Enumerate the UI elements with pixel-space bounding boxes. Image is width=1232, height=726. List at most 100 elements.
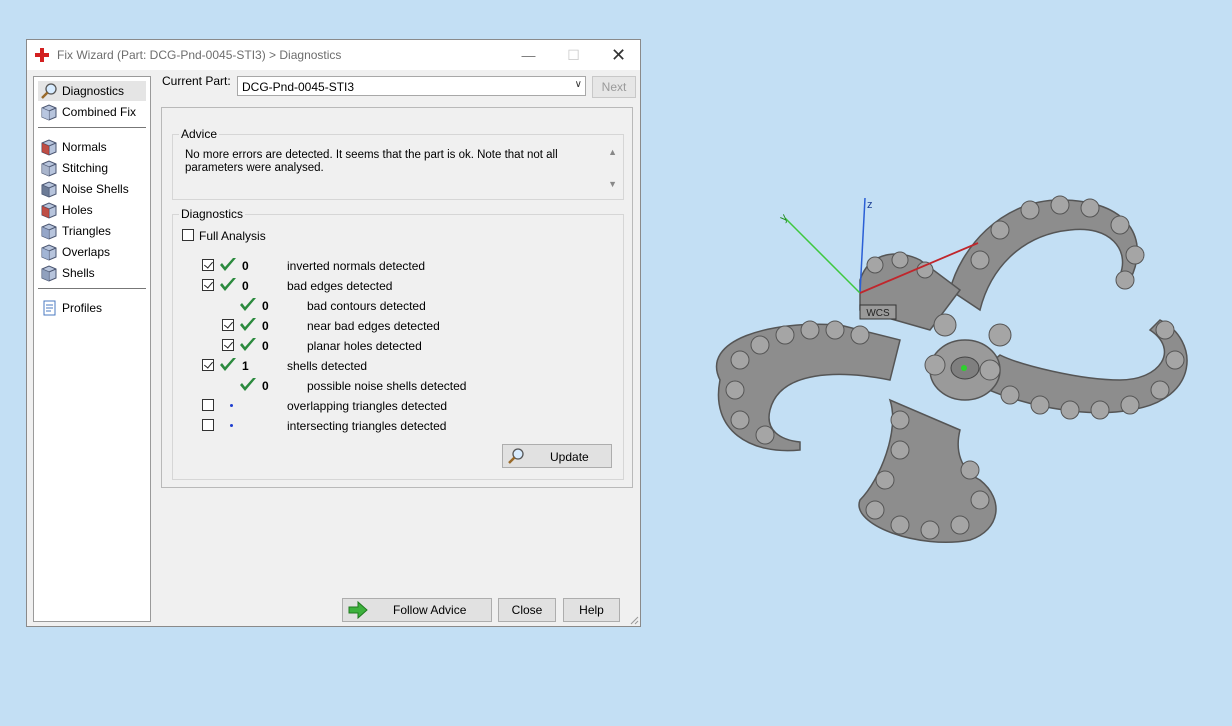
sidebar-item-normals[interactable]: Normals [38,137,146,157]
row-checkbox[interactable] [202,419,214,431]
row-label: near bad edges detected [307,319,440,333]
row-count: 0 [262,339,269,353]
sidebar-item-holes[interactable]: Holes [38,200,146,220]
pending-dot-icon [230,424,233,427]
green-check-icon [240,378,256,391]
row-label: bad contours detected [307,299,426,313]
sidebar-separator [38,288,146,289]
overlaps-icon [41,244,57,261]
sidebar-item-diagnostics[interactable]: Diagnostics [38,81,146,101]
sidebar-item-shells[interactable]: Shells [38,263,146,283]
combined-fix-icon [41,104,57,121]
green-check-icon [220,278,236,291]
row-checkbox[interactable] [202,359,214,371]
help-button[interactable]: Help [563,598,620,622]
row-label: possible noise shells detected [307,379,467,393]
row-count: 0 [262,319,269,333]
scroll-down-icon[interactable]: ▼ [608,179,617,189]
full-analysis-checkbox[interactable] [182,229,194,241]
window-title: Fix Wizard (Part: DCG-Pnd-0045-STI3) > D… [57,48,342,62]
current-part-value: DCG-Pnd-0045-STI3 [242,80,355,94]
green-check-icon [220,258,236,271]
advice-title: Advice [179,127,220,141]
row-checkbox[interactable] [202,279,214,291]
row-count: 0 [242,279,249,293]
green-check-icon [240,318,256,331]
green-check-icon [220,358,236,371]
chevron-down-icon: ∨ [574,79,582,90]
close-button[interactable]: Close [498,598,556,622]
sidebar-item-label: Shells [62,266,95,280]
stitching-icon [41,160,57,177]
sidebar-item-label: Diagnostics [62,84,125,98]
current-part-select[interactable]: DCG-Pnd-0045-STI3 ∨ [237,76,586,96]
row-label: overlapping triangles detected [287,399,448,413]
close-window-button[interactable]: ✕ [596,40,641,70]
fix-wizard-dialog: Fix Wizard (Part: DCG-Pnd-0045-STI3) > D… [26,39,641,627]
green-arrow-icon [348,601,368,619]
sidebar-item-label: Normals [62,140,107,154]
sidebar-item-label: Stitching [62,161,109,175]
scroll-up-icon[interactable]: ▲ [608,147,617,157]
sidebar-item-label: Combined Fix [62,105,137,119]
3d-viewport[interactable]: WCS z y [660,180,1220,560]
sidebar-item-label: Profiles [62,301,103,315]
sidebar-item-overlaps[interactable]: Overlaps [38,242,146,262]
advice-text: No more errors are detected. It seems th… [185,149,558,174]
sidebar-item-triangles[interactable]: Triangles [38,221,146,241]
pending-dot-icon [230,404,233,407]
row-count: 1 [242,359,249,373]
z-axis-label: z [867,199,873,211]
sidebar-item-profiles[interactable]: Profiles [38,298,146,318]
fix-sidebar: Diagnostics Combined Fix Normals Stitching N… [33,76,151,622]
noise-shells-icon [41,181,57,198]
sidebar-separator [38,127,146,128]
red-cross-icon [35,48,49,62]
profiles-icon [43,300,56,316]
magnifier-icon [508,448,524,464]
row-label: intersecting triangles detected [287,419,447,433]
wcs-label: WCS [866,308,890,319]
diagnostics-group: Diagnostics Full Analysis 0 inverted norm… [172,207,624,480]
sidebar-item-label: Triangles [62,224,111,238]
sidebar-item-noise-shells[interactable]: Noise Shells [38,179,146,199]
row-checkbox[interactable] [202,399,214,411]
sidebar-item-label: Noise Shells [62,182,129,196]
follow-advice-button[interactable]: Follow Advice [342,598,492,622]
diagnostics-panel: Advice No more errors are detected. It s… [161,107,633,488]
magnifier-icon [41,83,57,99]
holes-icon [41,202,57,219]
row-label: bad edges detected [287,279,393,293]
row-checkbox[interactable] [222,319,234,331]
row-checkbox[interactable] [202,259,214,271]
update-label: Update [550,450,589,464]
green-check-icon [240,298,256,311]
row-count: 0 [262,379,269,393]
part-model: WCS [715,195,1188,544]
row-checkbox[interactable] [222,339,234,351]
row-label: inverted normals detected [287,259,426,273]
advice-box: No more errors are detected. It seems th… [175,143,621,197]
triangles-icon [41,223,57,240]
resize-grip-icon[interactable] [629,615,639,625]
normals-icon [41,139,57,156]
diagnostics-title: Diagnostics [179,207,246,221]
sidebar-item-stitching[interactable]: Stitching [38,158,146,178]
maximize-button[interactable]: ☐ [551,40,596,70]
row-count: 0 [242,259,249,273]
shells-icon [41,265,57,282]
sidebar-item-label: Holes [62,203,93,217]
row-count: 0 [262,299,269,313]
row-label: planar holes detected [307,339,422,353]
title-bar[interactable]: Fix Wizard (Part: DCG-Pnd-0045-STI3) > D… [27,40,640,70]
follow-advice-label: Follow Advice [393,603,467,617]
sidebar-item-label: Overlaps [62,245,111,259]
row-label: shells detected [287,359,368,373]
green-check-icon [240,338,256,351]
full-analysis-label: Full Analysis [199,229,266,243]
next-button[interactable]: Next [592,76,636,98]
current-part-label: Current Part: [162,74,231,88]
update-button[interactable]: Update [502,444,612,468]
minimize-button[interactable]: — [506,40,551,70]
sidebar-item-combined-fix[interactable]: Combined Fix [38,102,146,122]
